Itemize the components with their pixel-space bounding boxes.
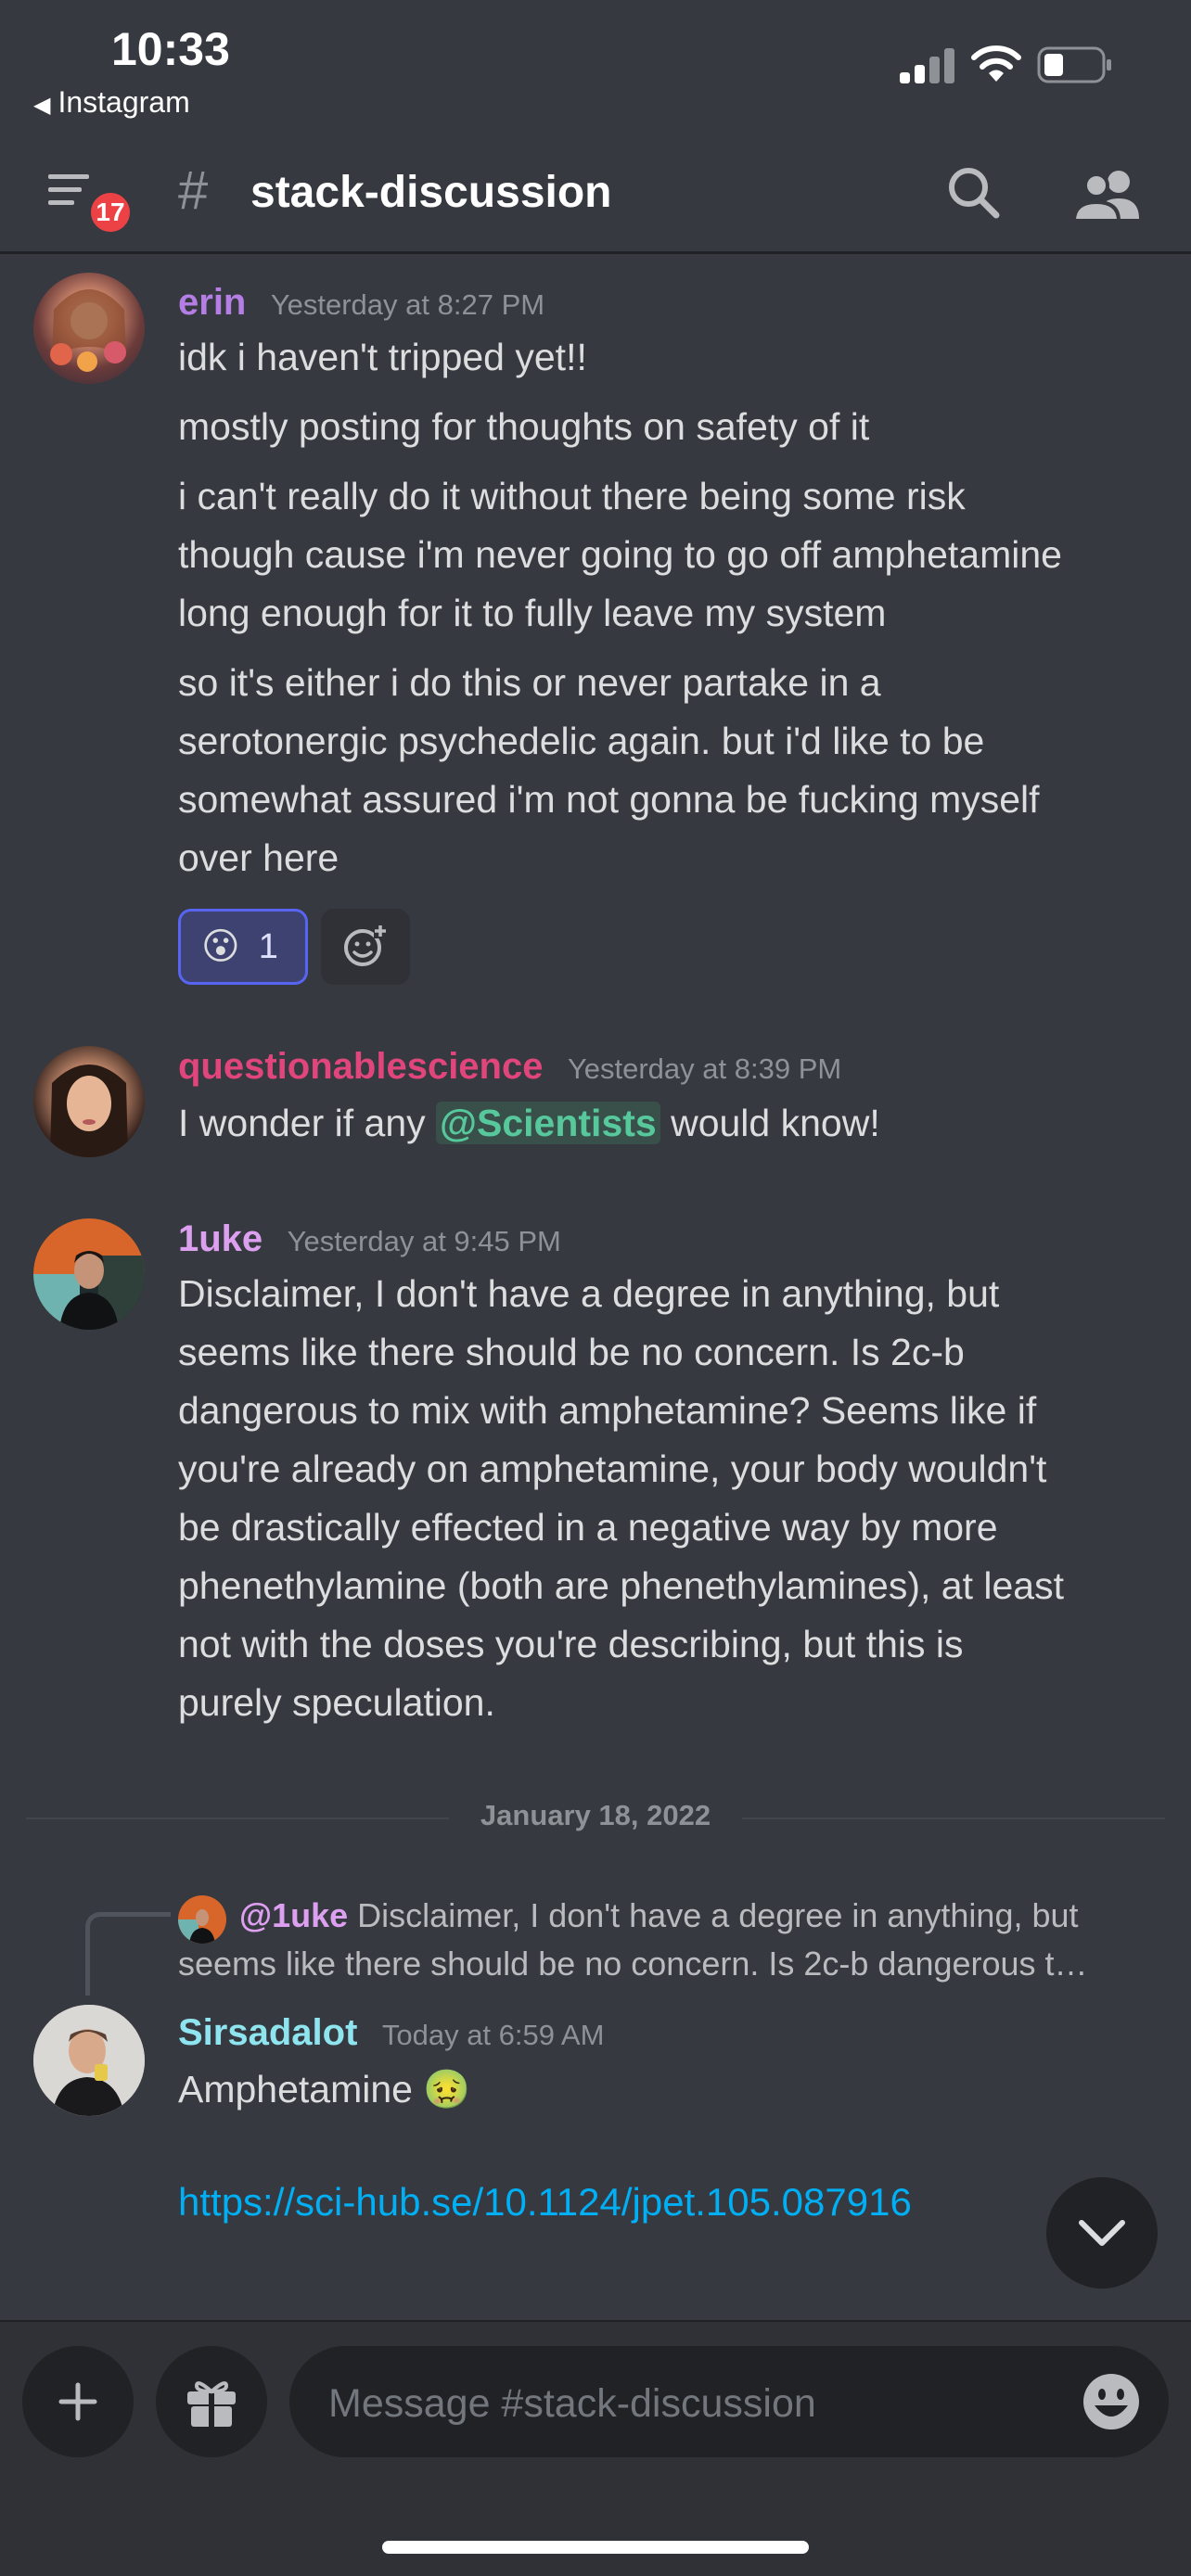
- message-text: Amphetamine: [178, 2068, 413, 2111]
- attach-button[interactable]: [22, 2346, 134, 2457]
- avatar[interactable]: [33, 1218, 145, 1330]
- battery-icon: [1037, 46, 1111, 83]
- avatar-image: [50, 1065, 128, 1157]
- plus-icon: [58, 2382, 97, 2421]
- wifi-icon: [971, 45, 1021, 82]
- emoji-picker-icon[interactable]: [1082, 2372, 1141, 2431]
- channel-header: 17 # stack-discussion: [0, 139, 1191, 254]
- back-triangle-icon: ◀: [33, 93, 51, 118]
- message-timestamp: Today at 6:59 AM: [381, 2019, 605, 2051]
- author-name[interactable]: 1uke: [178, 1218, 263, 1259]
- message-line: mostly posting for thoughts on safety of…: [178, 405, 870, 448]
- avatar[interactable]: [33, 2005, 145, 2116]
- reply-preview[interactable]: @1uke Disclaimer, I don't have a degree …: [178, 1892, 1161, 1988]
- open-sidebar-button[interactable]: 17: [46, 171, 139, 245]
- message-line: over here: [178, 836, 339, 879]
- message-line: i can't really do it without there being…: [178, 475, 966, 517]
- members-icon[interactable]: [1072, 165, 1145, 226]
- message-content: Amphetamine 🤢 https://sci-hub.se/10.1124…: [178, 2060, 1161, 2225]
- message-line: you're already on amphetamine, your body…: [178, 1447, 1047, 1490]
- message-line: long enough for it to fully leave my sys…: [178, 592, 887, 634]
- message-line: somewhat assured i'm not gonna be fuckin…: [178, 778, 1040, 821]
- author-name[interactable]: erin: [178, 282, 246, 323]
- avatar-image: [50, 289, 126, 372]
- author-name[interactable]: questionablescience: [178, 1046, 543, 1087]
- message-timestamp: Yesterday at 8:39 PM: [567, 1052, 842, 1085]
- message-line: so it's either i do this or never partak…: [178, 661, 881, 704]
- message-content: idk i haven't tripped yet!! mostly posti…: [178, 328, 1161, 899]
- avatar[interactable]: [33, 273, 145, 384]
- message-line: serotonergic psychedelic again. but i'd …: [178, 720, 985, 762]
- back-app-label: Instagram: [58, 85, 190, 119]
- avatar[interactable]: [33, 1046, 145, 1157]
- message-timestamp: Yesterday at 8:27 PM: [270, 288, 545, 321]
- channel-title[interactable]: stack-discussion: [250, 167, 611, 218]
- reaction-count: 1: [258, 926, 278, 966]
- message-line: purely speculation.: [178, 1681, 495, 1724]
- message-line: not with the doses you're describing, bu…: [178, 1623, 964, 1665]
- home-indicator[interactable]: [382, 2541, 809, 2554]
- message-line: phenethylamine (both are phenethylamines…: [178, 1564, 1064, 1607]
- message-line: idk i haven't tripped yet!!: [178, 336, 587, 378]
- add-reaction-button[interactable]: [321, 909, 410, 985]
- jump-to-present-button[interactable]: [1046, 2177, 1158, 2289]
- channel-hash-icon: #: [178, 160, 209, 221]
- message-link[interactable]: https://sci-hub.se/10.1124/jpet.105.0879…: [178, 2180, 1161, 2225]
- reply-avatar: [178, 1895, 226, 1944]
- reply-author[interactable]: @1uke: [239, 1896, 348, 1934]
- reply-snippet: Disclaimer, I don't have a degree in any…: [348, 1896, 1079, 1934]
- date-divider-label: January 18, 2022: [449, 1799, 742, 1832]
- cellular-signal-icon: [900, 48, 957, 83]
- message-line: be drastically effected in a negative wa…: [178, 1506, 998, 1549]
- add-reaction-icon: [344, 924, 389, 966]
- reaction-astonished[interactable]: 😮 1: [178, 909, 308, 985]
- reply-snippet: seems like there should be no concern. I…: [178, 1945, 1088, 1983]
- avatar-image: [33, 2005, 145, 2116]
- message-line: Disclaimer, I don't have a degree in any…: [178, 1272, 1000, 1315]
- back-to-app-link[interactable]: ◀ Instagram: [33, 85, 190, 120]
- nauseated-face-emoji-icon: 🤢: [423, 2068, 471, 2111]
- message-content: I wonder if any @Scientists would know!: [178, 1094, 1161, 1153]
- message-text: I wonder if any: [178, 1102, 437, 1144]
- message-input-placeholder: Message #stack-discussion: [328, 2381, 816, 2426]
- unread-badge: 17: [85, 187, 135, 237]
- reply-spine: [85, 1912, 171, 1996]
- reply-avatar-image: [178, 1909, 215, 1944]
- status-bar: 10:33 ◀ Instagram: [0, 0, 1191, 139]
- message-line: seems like there should be no concern. I…: [178, 1331, 965, 1373]
- chevron-down-icon: [1079, 2220, 1125, 2246]
- gift-nitro-button[interactable]: [156, 2346, 267, 2457]
- clock: 10:33: [111, 23, 230, 75]
- message-input[interactable]: Message #stack-discussion: [289, 2346, 1169, 2457]
- message-line: dangerous to mix with amphetamine? Seems…: [178, 1389, 1037, 1432]
- search-icon[interactable]: [942, 161, 1007, 226]
- role-mention[interactable]: @Scientists: [436, 1102, 660, 1144]
- message-content: Disclaimer, I don't have a degree in any…: [178, 1265, 1161, 1732]
- astonished-emoji-icon: 😮: [201, 926, 240, 967]
- message-line: though cause i'm never going to go off a…: [178, 533, 1062, 576]
- author-name[interactable]: Sirsadalot: [178, 2012, 357, 2053]
- message-text: would know!: [660, 1102, 880, 1144]
- message-timestamp: Yesterday at 9:45 PM: [287, 1225, 561, 1257]
- avatar-image: [33, 1218, 145, 1330]
- gift-icon: [187, 2381, 236, 2427]
